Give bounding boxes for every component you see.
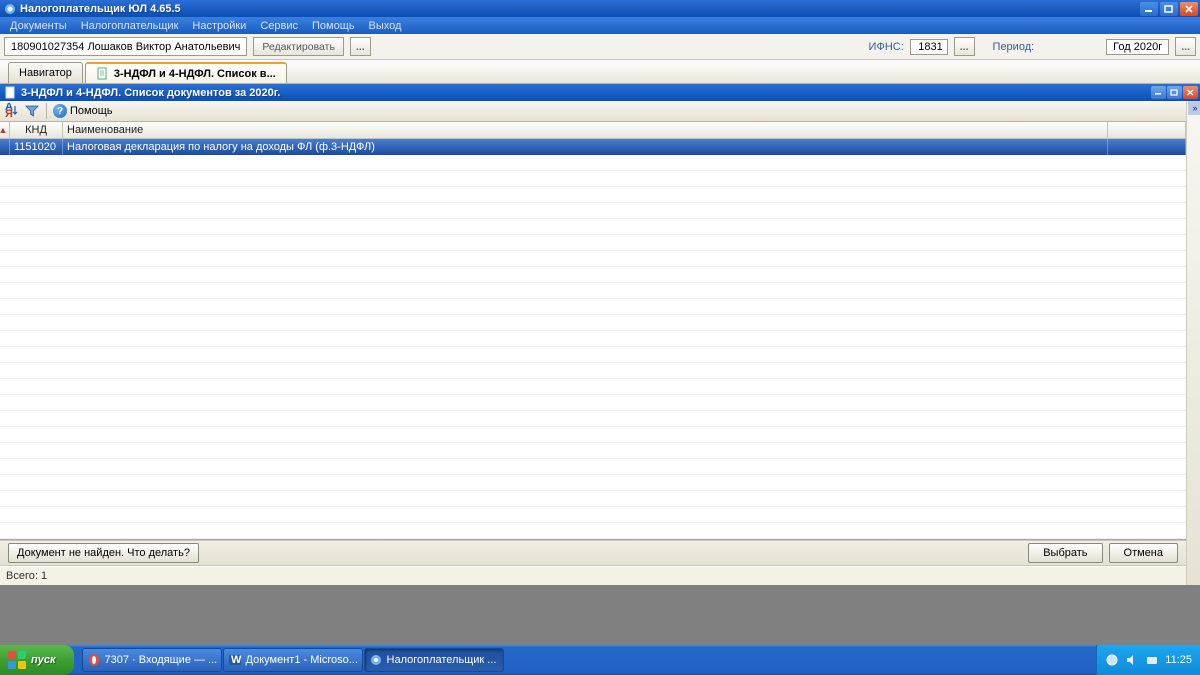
start-label: пуск — [31, 654, 56, 666]
menu-service[interactable]: Сервис — [254, 19, 304, 33]
maximize-button[interactable] — [1160, 2, 1178, 16]
word-icon: W — [228, 653, 242, 667]
minimize-button[interactable] — [1140, 2, 1158, 16]
sub-close-button[interactable] — [1183, 86, 1198, 99]
chevron-icon[interactable]: » — [1188, 101, 1200, 115]
windows-logo-icon — [8, 651, 26, 669]
not-found-button[interactable]: Документ не найден. Что делать? — [8, 543, 199, 563]
tray-icon[interactable] — [1145, 653, 1159, 667]
app-icon — [369, 653, 383, 667]
menu-help[interactable]: Помощь — [306, 19, 361, 33]
menu-settings[interactable]: Настройки — [186, 19, 252, 33]
sub-titlebar: 3-НДФЛ и 4-НДФЛ. Список документов за 20… — [0, 84, 1200, 101]
help-label: Помощь — [70, 105, 113, 117]
help-button[interactable]: ? Помощь — [53, 104, 113, 118]
tab-navigator[interactable]: Навигатор — [8, 62, 83, 83]
year-value: Год 2020г — [1106, 39, 1169, 55]
app-icon — [4, 3, 16, 15]
grid-background — [0, 155, 1186, 539]
tray-icon[interactable] — [1105, 653, 1119, 667]
ifns-label: ИФНС: — [869, 41, 904, 53]
taskbar-item-label: Налогоплательщик ... — [387, 654, 497, 666]
document-icon — [96, 67, 110, 81]
document-icon — [4, 86, 18, 100]
column-name[interactable]: Наименование — [63, 122, 1108, 138]
sub-title: 3-НДФЛ и 4-НДФЛ. Список документов за 20… — [21, 87, 1151, 99]
sub-restore-button[interactable] — [1167, 86, 1182, 99]
svg-text:Я: Я — [5, 108, 13, 119]
menu-exit[interactable]: Выход — [363, 19, 408, 33]
tabbar: Навигатор 3-НДФЛ и 4-НДФЛ. Список в... — [0, 60, 1200, 84]
sub-window: 3-НДФЛ и 4-НДФЛ. Список документов за 20… — [0, 84, 1200, 585]
ifns-value: 1831 — [910, 39, 948, 55]
taxpayer-field: 180901027354 Лошаков Виктор Анатольевич — [4, 37, 247, 56]
taskbar-item[interactable]: 7307 · Входящие — ... — [82, 648, 222, 672]
column-sort-indicator[interactable]: ▲ — [0, 122, 10, 138]
taskbar: пуск 7307 · Входящие — ... W Документ1 -… — [0, 645, 1200, 675]
taxpayer-value: 180901027354 Лошаков Виктор Анатольевич — [11, 41, 240, 53]
menu-taxpayer[interactable]: Налогоплательщик — [75, 19, 185, 33]
svg-text:W: W — [231, 654, 242, 666]
volume-icon[interactable] — [1125, 653, 1139, 667]
taskbar-item-label: Документ1 - Microso... — [246, 654, 358, 666]
help-icon: ? — [53, 104, 67, 118]
sub-minimize-button[interactable] — [1151, 86, 1166, 99]
mdi-background — [0, 585, 1200, 645]
cancel-button[interactable]: Отмена — [1109, 543, 1178, 563]
button-row: Документ не найден. Что делать? Выбрать … — [0, 540, 1186, 566]
ifns-browse-button[interactable]: ... — [954, 37, 975, 56]
sub-toolbar: AЯ ? Помощь — [0, 101, 1186, 122]
system-tray: 11:25 — [1096, 645, 1200, 675]
status-total: Всего: 1 — [6, 570, 47, 582]
cell-name: Налоговая декларация по налогу на доходы… — [63, 139, 1108, 155]
table-row[interactable]: 1151020 Налоговая декларация по налогу н… — [0, 139, 1186, 155]
status-bar: Всего: 1 — [0, 566, 1186, 585]
close-button[interactable] — [1180, 2, 1198, 16]
table-header: ▲ КНД Наименование — [0, 122, 1186, 139]
taskbar-item[interactable]: Налогоплательщик ... — [364, 648, 504, 672]
tab-navigator-label: Навигатор — [19, 67, 72, 79]
opera-icon — [87, 653, 101, 667]
menubar: Документы Налогоплательщик Настройки Сер… — [0, 17, 1200, 34]
edit-button[interactable]: Редактировать — [253, 37, 344, 56]
sort-az-icon[interactable]: AЯ — [4, 103, 20, 119]
clock[interactable]: 11:25 — [1165, 654, 1192, 666]
app-title: Налогоплательщик ЮЛ 4.65.5 — [20, 3, 1140, 15]
period-browse-button[interactable]: ... — [1175, 37, 1196, 56]
taskbar-item[interactable]: W Документ1 - Microso... — [223, 648, 363, 672]
menu-documents[interactable]: Документы — [4, 19, 73, 33]
document-table: ▲ КНД Наименование 1151020 Налоговая дек… — [0, 122, 1186, 540]
tab-doclist-label: 3-НДФЛ и 4-НДФЛ. Список в... — [114, 68, 276, 80]
cell-knd: 1151020 — [10, 139, 63, 155]
taskbar-item-label: 7307 · Входящие — ... — [105, 654, 218, 666]
column-empty[interactable] — [1108, 122, 1186, 138]
main-titlebar: Налогоплательщик ЮЛ 4.65.5 — [0, 0, 1200, 17]
period-label: Период: — [993, 41, 1035, 53]
start-button[interactable]: пуск — [0, 645, 74, 675]
tab-doclist[interactable]: 3-НДФЛ и 4-НДФЛ. Список в... — [85, 62, 287, 83]
select-button[interactable]: Выбрать — [1028, 543, 1102, 563]
taxpayer-browse-button[interactable]: ... — [350, 37, 371, 56]
filter-icon[interactable] — [24, 103, 40, 119]
infobar: 180901027354 Лошаков Виктор Анатольевич … — [0, 34, 1200, 60]
column-knd[interactable]: КНД — [10, 122, 63, 138]
